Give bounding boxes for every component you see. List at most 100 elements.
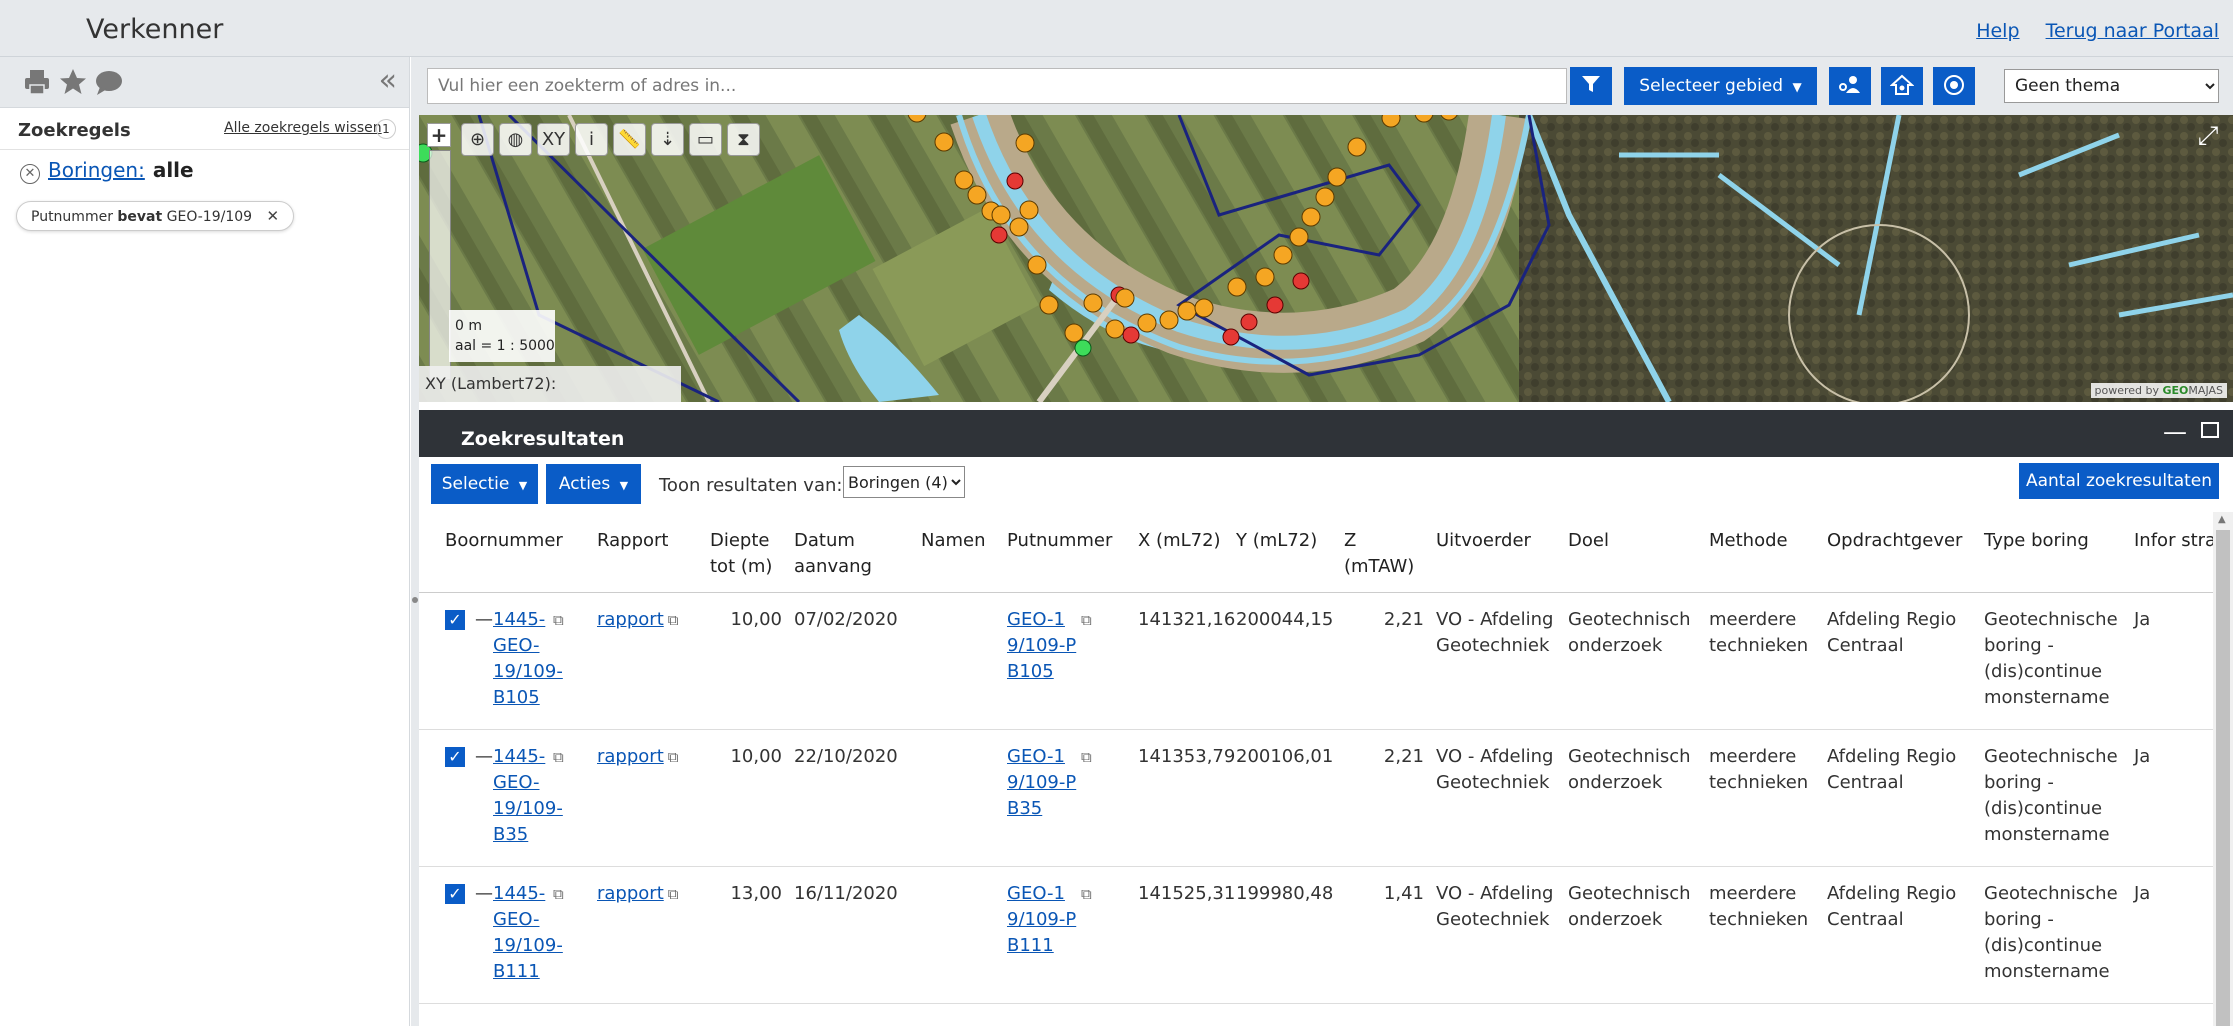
column-header[interactable]: Rapport	[591, 512, 704, 593]
uitvoerder-cell: VO - Afdeling Geotechniek	[1430, 729, 1562, 867]
result-count-button[interactable]: Aantal zoekresultaten	[2019, 463, 2219, 499]
result-type-select[interactable]: Boringen (4)	[843, 466, 965, 498]
external-link-icon[interactable]: ⧉	[668, 881, 679, 907]
rule-label-link[interactable]: Boringen:	[48, 158, 145, 182]
table-header-row: Boornummer Rapport Diepte tot (m) Datum …	[419, 512, 2213, 593]
panel-splitter[interactable]	[411, 57, 419, 1026]
back-to-portal-link[interactable]: Terug naar Portaal	[2046, 20, 2219, 42]
doel-cell: Geotechnisch onderzoek	[1562, 866, 1703, 1004]
external-link-icon[interactable]: ⧉	[1081, 881, 1092, 907]
map-view[interactable]: + ⊕ ◍ XY i 📏 ⇣ ▭ ⧗ 0 m aal = 1 : 5000 XY…	[419, 115, 2233, 402]
row-collapse-icon[interactable]: —	[475, 744, 493, 770]
zoom-in-button[interactable]: +	[427, 123, 451, 147]
putnummer-link[interactable]: GEO-19/109-PB105	[1007, 607, 1077, 685]
locate-person-button[interactable]	[1829, 67, 1871, 105]
globe-icon: ◍	[507, 129, 524, 150]
boornummer-link[interactable]: 1445-GEO-19/109-B111	[493, 881, 563, 985]
row-checkbox[interactable]: ✓	[445, 610, 465, 630]
magnifier-icon	[1944, 74, 1964, 95]
boornummer-link[interactable]: 1445-GEO-19/109-B35	[493, 744, 563, 848]
selection-button[interactable]: Selectie ▼	[431, 464, 538, 504]
column-header[interactable]: Doel	[1562, 512, 1703, 593]
boornummer-link[interactable]: 1445-GEO-19/109-B105	[493, 607, 563, 711]
clear-search-rules-link[interactable]: Alle zoekregels wissen	[224, 120, 382, 136]
row-checkbox[interactable]: ✓	[445, 884, 465, 904]
table-row: ✓ —1445-GEO-19/109-B35⧉ rapport ⧉ 10,00 22…	[419, 729, 2213, 867]
doel-cell: Geotechnisch onderzoek	[1562, 592, 1703, 730]
column-header[interactable]: Putnummer	[1001, 512, 1132, 593]
measure-tool[interactable]: 📏	[613, 123, 646, 156]
results-table: Boornummer Rapport Diepte tot (m) Datum …	[419, 512, 2213, 1004]
putnummer-link[interactable]: GEO-19/109-PB111	[1007, 881, 1077, 959]
remove-rule-icon[interactable]: ✕	[20, 164, 40, 184]
xy-tool[interactable]: XY	[537, 123, 570, 156]
map-canvas[interactable]	[419, 115, 2233, 402]
help-link[interactable]: Help	[1976, 20, 2019, 42]
methode-cell: meerdere technieken	[1703, 866, 1821, 1004]
external-link-icon[interactable]: ⧉	[1081, 607, 1092, 633]
close-icon[interactable]: ✕	[267, 207, 280, 225]
external-link-icon[interactable]: ⧉	[668, 607, 679, 633]
column-header[interactable]: Y (mL72)	[1230, 512, 1338, 593]
chip-field: Putnummer	[31, 209, 113, 225]
scroll-up-icon[interactable]: ▲	[2218, 514, 2226, 525]
row-collapse-icon[interactable]: —	[475, 881, 493, 907]
splitter-handle-icon[interactable]	[412, 597, 418, 603]
z-cell: 2,21	[1338, 592, 1430, 730]
results-table-container: Boornummer Rapport Diepte tot (m) Datum …	[419, 512, 2213, 1026]
maximize-icon[interactable]	[2201, 422, 2219, 438]
search-input[interactable]	[427, 68, 1567, 104]
results-scrollbar[interactable]: ▲	[2213, 512, 2233, 1026]
filter-chip[interactable]: Putnummer bevat GEO-19/109 ✕	[16, 201, 295, 231]
zoom-search-button[interactable]	[1933, 67, 1975, 105]
filter-button[interactable]	[1570, 67, 1612, 105]
home-area-button[interactable]	[1881, 67, 1923, 105]
column-header[interactable]: Type boring	[1978, 512, 2128, 593]
column-header[interactable]: Diepte tot (m)	[704, 512, 788, 593]
collapse-sidebar-icon[interactable]: «	[379, 63, 397, 98]
external-link-icon[interactable]: ⧉	[668, 744, 679, 770]
column-header[interactable]: Uitvoerder	[1430, 512, 1562, 593]
column-header[interactable]: Z (mTAW)	[1338, 512, 1430, 593]
coordinate-readout: XY (Lambert72):	[419, 366, 681, 402]
layers-tool[interactable]: ▭	[689, 123, 722, 156]
info-tool[interactable]: i	[575, 123, 608, 156]
chip-value: GEO-19/109	[166, 209, 253, 225]
zoom-slider[interactable]	[429, 150, 451, 380]
star-icon[interactable]	[58, 67, 88, 97]
drill-profile-tool[interactable]: ⇣	[651, 123, 684, 156]
zoom-rectangle-tool[interactable]: ⊕	[461, 123, 494, 156]
column-header[interactable]: X (mL72)	[1132, 512, 1230, 593]
column-header[interactable]: Datum aanvang	[788, 512, 915, 593]
printer-icon[interactable]	[22, 67, 52, 97]
actions-button[interactable]: Acties ▼	[546, 464, 641, 504]
profile-tool[interactable]: ⧗	[727, 123, 760, 156]
expand-map-icon[interactable]: ⤢	[2193, 121, 2223, 151]
external-link-icon[interactable]: ⧉	[1081, 744, 1092, 770]
scroll-thumb[interactable]	[2216, 530, 2230, 1026]
column-header[interactable]: Infor strat	[2128, 512, 2213, 593]
select-area-button[interactable]: Selecteer gebied ▼	[1624, 67, 1817, 105]
full-extent-tool[interactable]: ◍	[499, 123, 532, 156]
powered-by-label: powered by GEOMAJAS	[2090, 383, 2227, 398]
magnifier-plus-icon: ⊕	[469, 129, 486, 150]
rapport-link[interactable]: rapport	[597, 883, 664, 904]
row-checkbox[interactable]: ✓	[445, 747, 465, 767]
namen-cell	[915, 729, 1001, 867]
speech-bubble-icon[interactable]	[94, 67, 124, 97]
column-header[interactable]: Methode	[1703, 512, 1821, 593]
external-link-icon[interactable]: ⧉	[553, 881, 564, 907]
external-link-icon[interactable]: ⧉	[553, 607, 564, 633]
minimize-icon[interactable]: —	[2163, 418, 2187, 446]
theme-select[interactable]: Geen thema	[2004, 69, 2219, 103]
column-header[interactable]: Opdrachtgever	[1821, 512, 1978, 593]
column-header[interactable]: Boornummer	[419, 512, 591, 593]
rapport-link[interactable]: rapport	[597, 609, 664, 630]
rapport-cell: rapport ⧉	[591, 729, 704, 867]
rules-count-badge: 1	[376, 119, 396, 139]
external-link-icon[interactable]: ⧉	[553, 744, 564, 770]
putnummer-link[interactable]: GEO-19/109-PB35	[1007, 744, 1077, 822]
row-collapse-icon[interactable]: —	[475, 607, 493, 633]
column-header[interactable]: Namen	[915, 512, 1001, 593]
rapport-link[interactable]: rapport	[597, 746, 664, 767]
